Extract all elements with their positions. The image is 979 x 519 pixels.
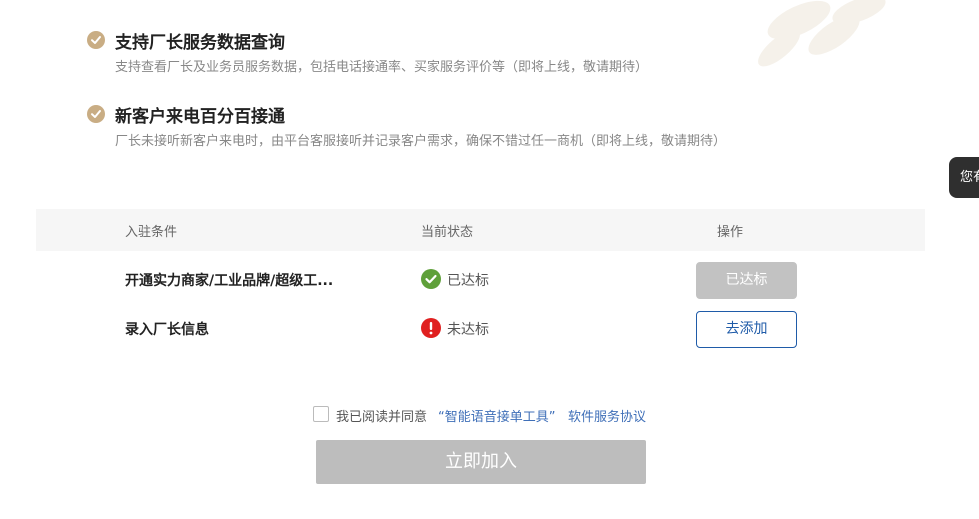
agreement-tool-name[interactable]: “智能语音接单工具” <box>438 406 555 425</box>
agreement-checkbox[interactable] <box>313 406 329 422</box>
feature-desc: 厂长未接听新客户来电时，由平台客服接听并记录客户需求，确保不错过任一商机（即将上… <box>115 134 727 149</box>
add-button[interactable]: 去添加 <box>696 311 797 348</box>
join-now-button[interactable]: 立即加入 <box>316 440 646 484</box>
agreement-link[interactable]: 软件服务协议 <box>568 406 646 425</box>
table-header: 入驻条件 当前状态 操作 <box>36 209 925 251</box>
check-badge-icon <box>87 31 105 49</box>
header-status: 当前状态 <box>421 225 474 240</box>
check-circle-icon <box>421 269 441 289</box>
feature-title: 支持厂长服务数据查询 <box>115 33 285 53</box>
status-text: 未达标 <box>447 322 489 338</box>
check-badge-icon <box>87 105 105 123</box>
condition-cell: 开通实力商家/工业品牌/超级工... <box>125 273 334 289</box>
achieved-button[interactable]: 已达标 <box>696 262 797 299</box>
leaf-decoration <box>739 0 979 90</box>
side-help-tab[interactable]: 您有 <box>949 157 979 198</box>
feature-desc: 支持查看厂长及业务员服务数据，包括电话接通率、买家服务评价等（即将上线，敬请期待… <box>115 60 649 75</box>
condition-cell: 录入厂长信息 <box>125 322 209 338</box>
header-action: 操作 <box>717 225 744 240</box>
table-row: 开通实力商家/工业品牌/超级工... 已达标 已达标 <box>36 256 925 304</box>
header-condition: 入驻条件 <box>125 225 178 240</box>
alert-circle-icon <box>421 318 441 338</box>
feature-title: 新客户来电百分百接通 <box>115 107 285 127</box>
status-text: 已达标 <box>447 273 489 289</box>
table-row: 录入厂长信息 未达标 去添加 <box>36 305 925 353</box>
agreement-prefix: 我已阅读并同意 <box>336 410 428 425</box>
